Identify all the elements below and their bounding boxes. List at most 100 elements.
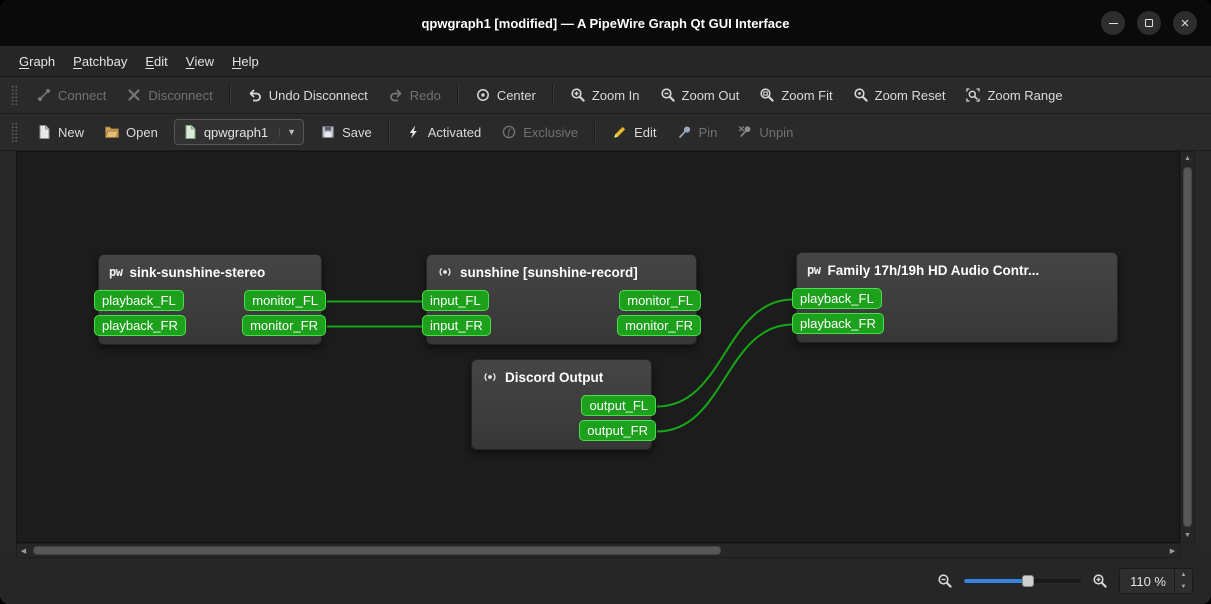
zoom-slider-thumb[interactable] [1022,575,1035,587]
redo-icon [388,87,404,103]
zoom-out-button[interactable]: Zoom Out [651,82,749,108]
app-window: qpwgraph1 [modified] — A PipeWire Graph … [0,0,1211,604]
maximize-icon [1145,19,1153,27]
toolbar-button-label: Disconnect [148,87,213,103]
graph-node[interactable]: Discord Output output_FL output_FR [471,359,656,450]
zoom-out-icon [660,87,676,103]
input-port[interactable]: input_FR [422,315,491,336]
new-button[interactable]: New [27,119,93,145]
edit-button[interactable]: Edit [603,119,665,145]
toolbar-button-label: Redo [409,87,441,103]
zoom-fit-button[interactable]: Zoom Fit [750,82,841,108]
window-title: qpwgraph1 [modified] — A PipeWire Graph … [421,15,790,31]
node-title: Discord Output [472,360,651,390]
scroll-right-icon[interactable]: ▶ [1166,544,1179,557]
graph-node[interactable]: pw Family 17h/19h HD Audio Contr... playba… [792,252,1118,343]
menu-graph[interactable]: Graph [10,46,64,76]
toolbar-button-label: Zoom Range [987,87,1063,103]
zoom-out-icon[interactable] [936,572,954,590]
minimize-icon [1108,22,1118,24]
toolbar-button-label: Unpin [759,124,794,140]
zoom-reset-icon [853,87,869,103]
record-icon [437,264,453,280]
titlebar[interactable]: qpwgraph1 [modified] — A PipeWire Graph … [0,0,1211,46]
menu-help[interactable]: Help [223,46,268,76]
output-port[interactable]: output_FR [579,420,656,441]
scroll-down-icon[interactable]: ▼ [1181,529,1194,542]
toolbar-button-label: New [58,124,85,140]
input-port[interactable]: playback_FR [792,313,884,334]
toolbar-grip[interactable] [11,122,18,142]
toolbar-button-label: Save [342,124,372,140]
disconnect-button: Disconnect [117,82,221,108]
minimize-button[interactable] [1101,11,1125,35]
output-port[interactable]: output_FL [581,395,656,416]
patchbay-file-icon [182,124,198,140]
undo-icon [247,87,263,103]
open-button[interactable]: Open [95,119,167,145]
activated-button[interactable]: Activated [397,119,490,145]
toolbar-button-label: Zoom In [591,87,640,103]
scroll-up-icon[interactable]: ▲ [1181,152,1194,165]
connect-icon [36,87,52,103]
node-title: sunshine [sunshine-record] [427,255,696,285]
main-area: pw sink-sunshine-stereo playback_FL monitor… [0,151,1211,558]
close-button[interactable]: × [1173,11,1197,35]
input-port[interactable]: playback_FR [94,315,186,336]
zoom-in-icon [570,87,586,103]
center-button[interactable]: Center [466,82,545,108]
activated-icon [406,124,422,140]
graph-node[interactable]: pw sink-sunshine-stereo playback_FL monitor… [94,254,326,345]
statusbar: 110 % ▲ ▼ [0,558,1211,604]
horizontal-scrollbar[interactable]: ◀ ▶ [16,543,1180,558]
vscroll-handle[interactable] [1183,167,1192,527]
input-port[interactable]: playback_FL [792,288,882,309]
zoom-in-button[interactable]: Zoom In [561,82,649,108]
toolbar-button-label: Connect [58,87,107,103]
input-port[interactable]: input_FL [422,290,489,311]
zoom-slider[interactable] [964,572,1082,590]
new-icon [36,124,52,140]
maximize-button[interactable] [1137,11,1161,35]
save-icon [320,124,336,140]
canvas-frame: pw sink-sunshine-stereo playback_FL monitor… [16,151,1195,558]
scroll-left-icon[interactable]: ◀ [17,544,30,557]
toolbar-button-label: Activated [427,124,482,140]
toolbar-grip[interactable] [11,85,18,105]
output-port[interactable]: monitor_FR [242,315,326,336]
zoom-reset-button[interactable]: Zoom Reset [844,82,955,108]
vertical-scrollbar[interactable]: ▲ ▼ [1180,151,1195,543]
output-port[interactable]: monitor_FL [619,290,701,311]
combo-value: qpwgraph1 [203,124,269,140]
patchbay-profile-combo[interactable]: qpwgraph1 ▼ [173,119,305,145]
pin-button: Pin [668,119,727,145]
exclusive-button: f Exclusive [492,119,587,145]
menu-patchbay[interactable]: Patchbay [64,46,136,76]
toolbar-separator [551,84,554,106]
zoom-range-button[interactable]: Zoom Range [956,82,1071,108]
output-port[interactable]: monitor_FR [617,315,701,336]
redo-button: Redo [379,82,450,108]
input-port[interactable]: playback_FL [94,290,184,311]
undo-disconnect-button[interactable]: Undo Disconnect [238,82,377,108]
zoom-in-icon[interactable] [1091,572,1109,590]
spin-down-icon[interactable]: ▼ [1175,581,1192,593]
window-controls: × [1101,0,1197,46]
spin-up-icon[interactable]: ▲ [1175,569,1192,581]
toolbar-button-label: Pin [698,124,718,140]
output-port[interactable]: monitor_FL [244,290,326,311]
toolbar-graph: Connect Disconnect Undo Disconnect Redo Cent… [0,77,1211,114]
toolbar-button-label: Open [126,124,158,140]
menubar: Graph Patchbay Edit View Help [0,46,1211,77]
graph-node[interactable]: sunshine [sunshine-record] input_FL monito… [422,254,701,345]
unpin-icon [737,124,753,140]
graph-canvas[interactable]: pw sink-sunshine-stereo playback_FL monitor… [16,151,1180,543]
zoom-spinbox[interactable]: 110 % ▲ ▼ [1119,568,1193,594]
hscroll-handle[interactable] [33,546,721,555]
toolbar-button-label: Zoom Reset [874,87,946,103]
menu-view[interactable]: View [177,46,223,76]
save-button[interactable]: Save [311,119,381,145]
pipewire-icon: pw [109,265,123,279]
toolbar-separator [387,121,390,143]
menu-edit[interactable]: Edit [136,46,176,76]
